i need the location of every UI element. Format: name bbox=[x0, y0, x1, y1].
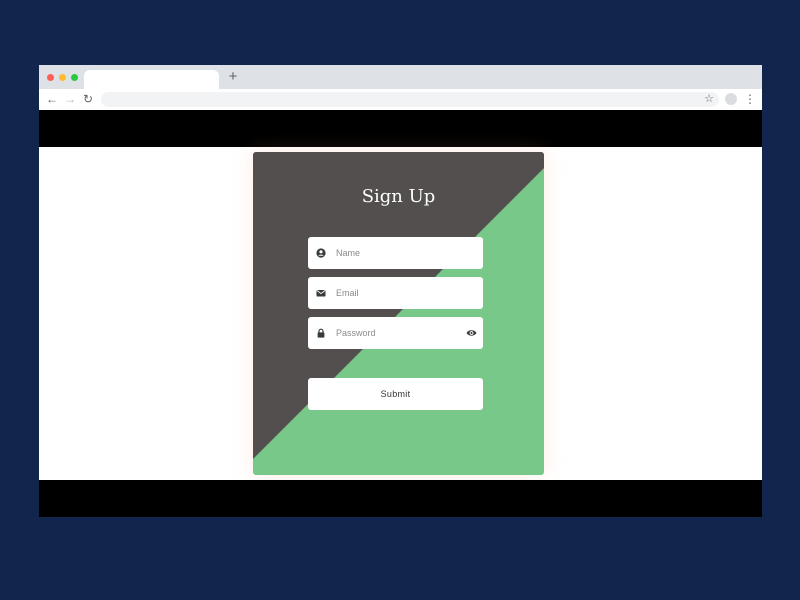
page-viewport: Sign Up Name Email Submit bbox=[39, 110, 762, 517]
email-field[interactable] bbox=[308, 277, 483, 309]
letterbox-bottom-bar bbox=[39, 480, 762, 517]
browser-menu-icon[interactable]: ⋮ bbox=[744, 91, 756, 107]
email-input[interactable] bbox=[336, 277, 466, 309]
forward-arrow-icon[interactable]: → bbox=[63, 91, 77, 107]
name-input[interactable] bbox=[336, 237, 466, 269]
name-field[interactable] bbox=[308, 237, 483, 269]
browser-tab[interactable] bbox=[84, 70, 219, 89]
form-title: Sign Up bbox=[361, 186, 436, 207]
submit-button[interactable]: Submit bbox=[308, 378, 483, 410]
tab-bar: + bbox=[39, 65, 762, 89]
profile-avatar[interactable] bbox=[725, 93, 737, 105]
user-icon bbox=[316, 248, 326, 258]
browser-toolbar: ← → ↻ ☆ ⋮ bbox=[39, 89, 762, 111]
maximize-window-button[interactable] bbox=[71, 74, 78, 81]
close-window-button[interactable] bbox=[47, 74, 54, 81]
reload-icon[interactable]: ↻ bbox=[81, 91, 95, 107]
password-field[interactable] bbox=[308, 317, 483, 349]
browser-window: + ← → ↻ ☆ ⋮ Sign Up Name Email Submit bbox=[39, 65, 762, 517]
new-tab-button[interactable]: + bbox=[225, 69, 241, 85]
address-bar[interactable] bbox=[101, 92, 719, 107]
back-arrow-icon[interactable]: ← bbox=[45, 91, 59, 107]
bookmark-star-icon[interactable]: ☆ bbox=[702, 92, 716, 107]
eye-icon[interactable] bbox=[466, 329, 477, 337]
signup-card: Sign Up Name Email Submit bbox=[253, 152, 544, 475]
envelope-icon bbox=[316, 290, 326, 297]
lock-icon bbox=[317, 328, 325, 338]
letterbox-top-bar bbox=[39, 110, 762, 147]
minimize-window-button[interactable] bbox=[59, 74, 66, 81]
password-input[interactable] bbox=[336, 317, 466, 349]
